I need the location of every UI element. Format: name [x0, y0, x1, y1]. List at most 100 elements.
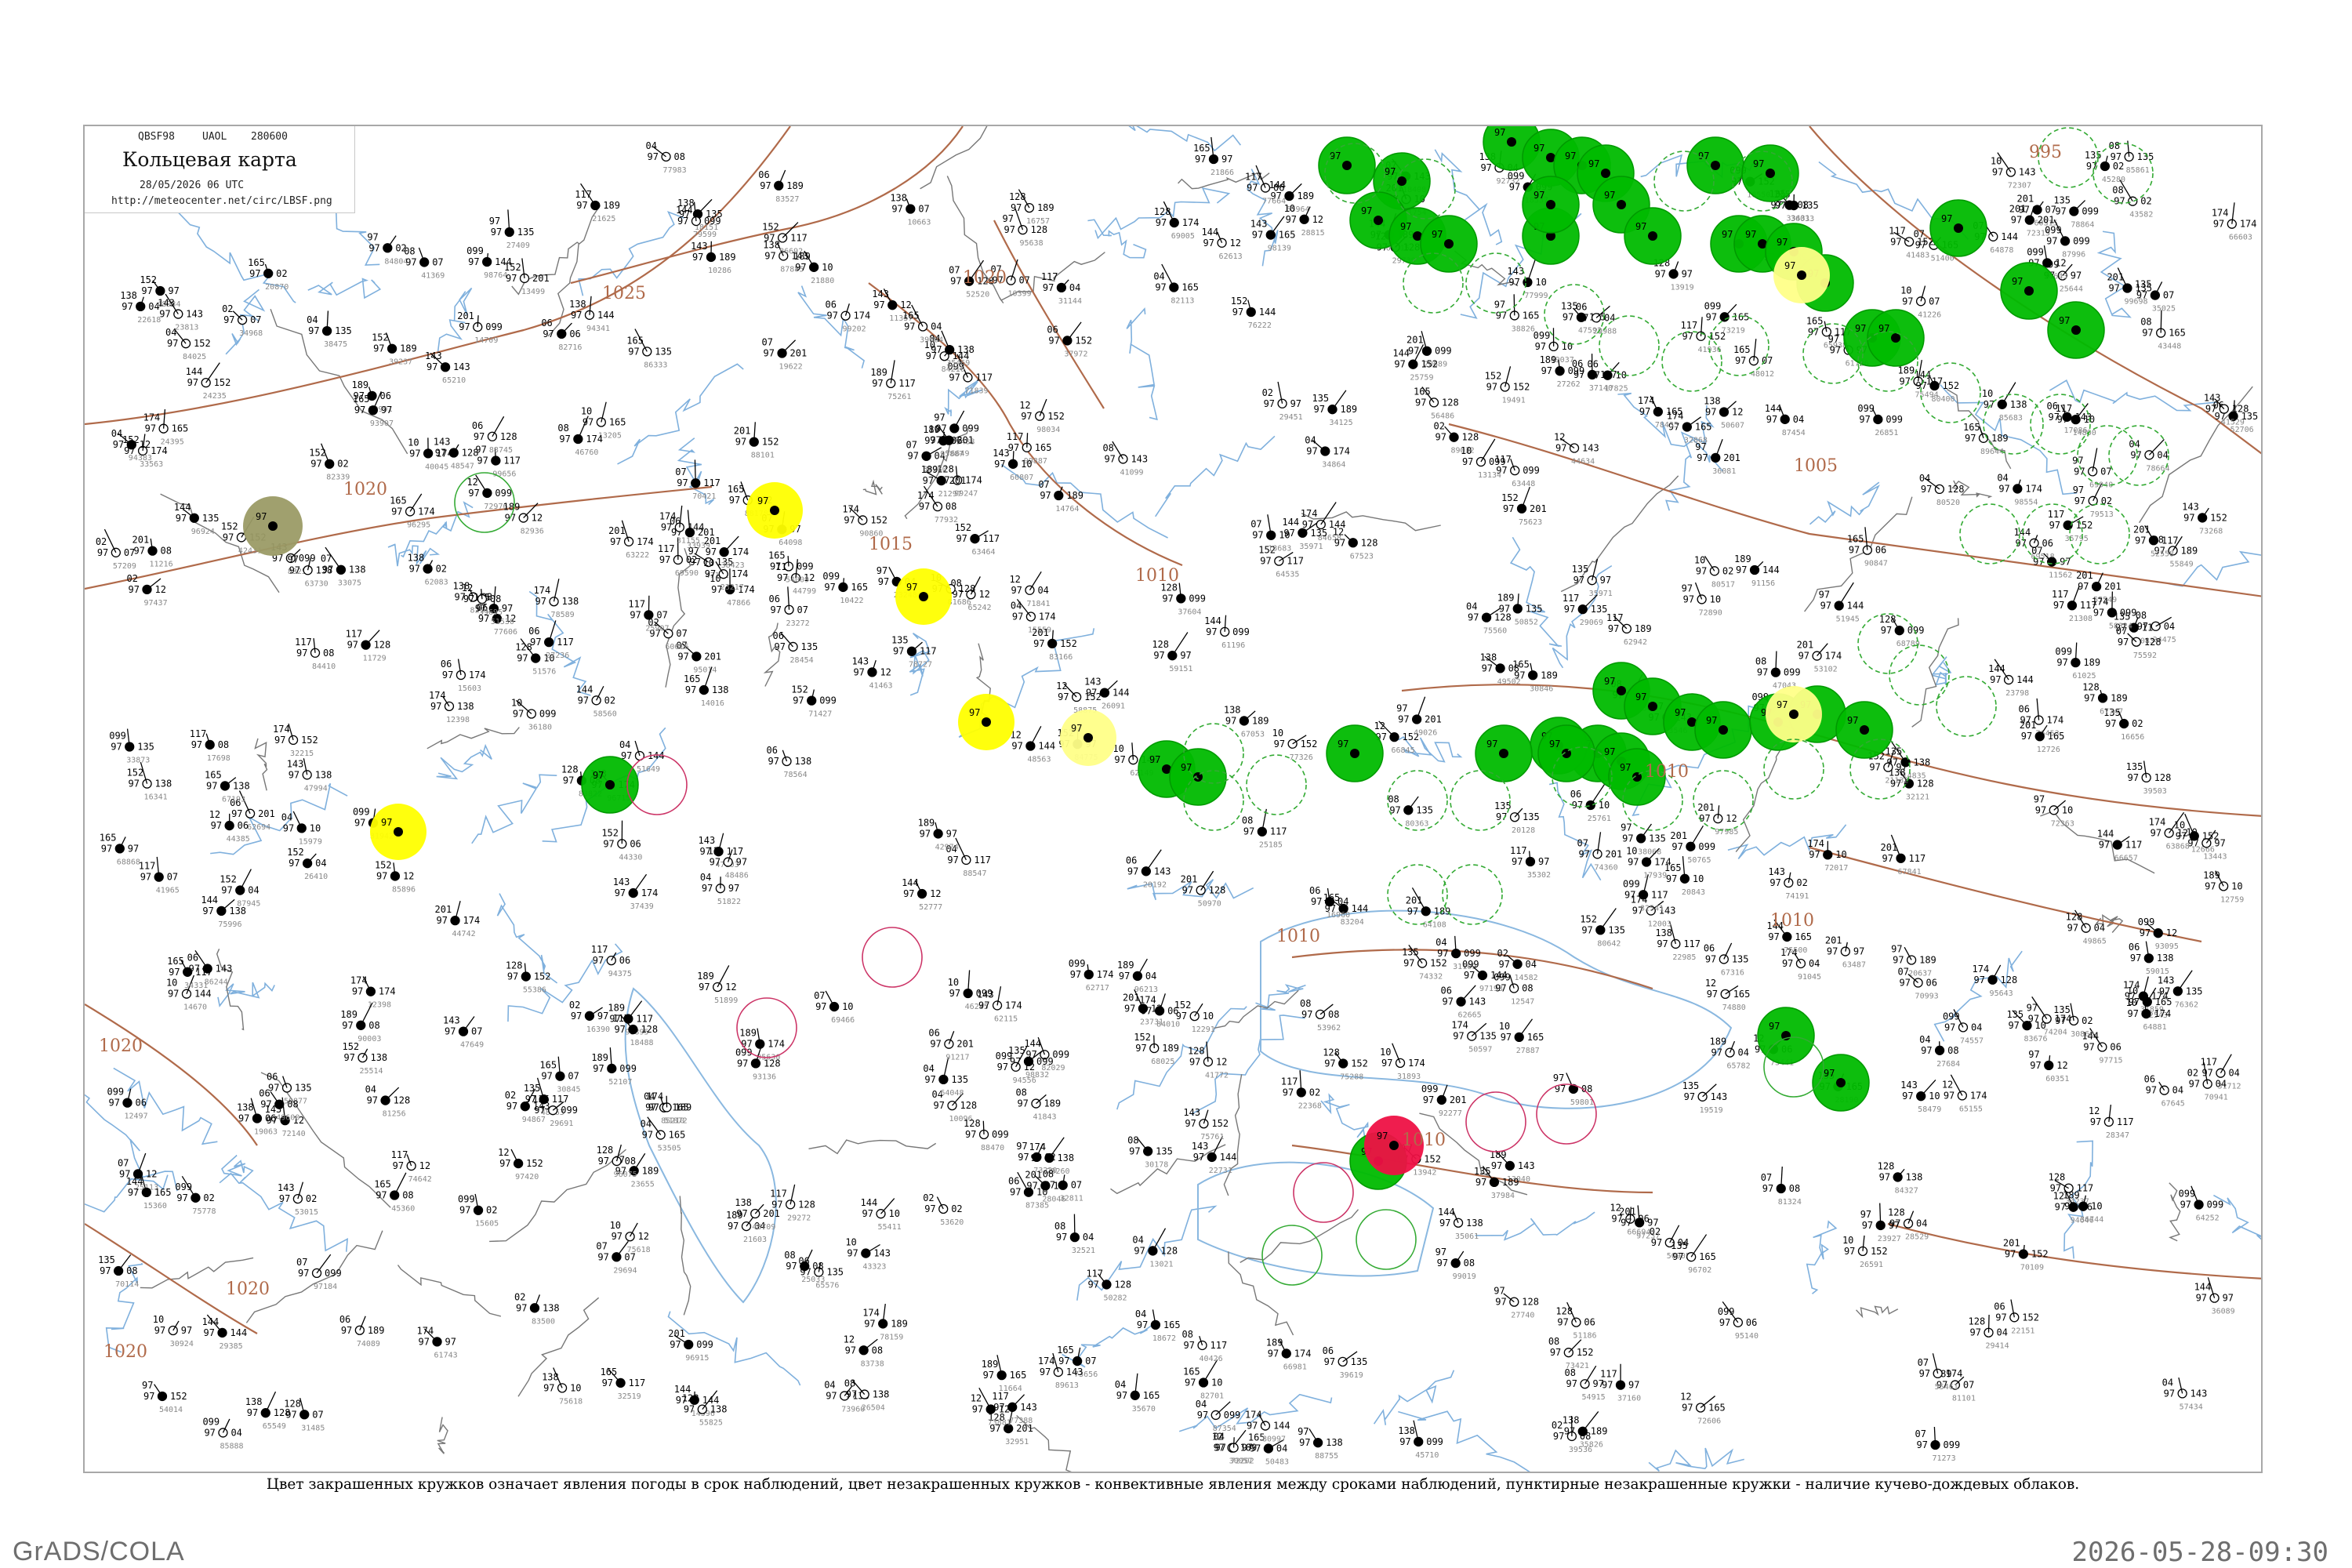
weather-circle: 97: [1169, 748, 1227, 806]
station-plot: 11797 0677664: [1245, 165, 1286, 206]
svg-text:04: 04: [2216, 1079, 2227, 1090]
station-plot: 20197 09914709: [457, 310, 503, 345]
svg-text:099: 099: [1698, 841, 1715, 852]
svg-text:93136: 93136: [753, 1073, 776, 1081]
svg-text:97: 97: [893, 646, 904, 657]
svg-text:83676: 83676: [2024, 1035, 2047, 1044]
svg-text:08: 08: [1054, 1221, 1065, 1232]
svg-text:04: 04: [1526, 959, 1537, 970]
svg-text:97: 97: [846, 1389, 857, 1400]
svg-text:97: 97: [1018, 1152, 1029, 1163]
svg-text:144: 144: [1765, 403, 1782, 414]
svg-text:128: 128: [682, 1393, 699, 1404]
svg-text:97: 97: [2071, 270, 2082, 281]
svg-text:97: 97: [1944, 1022, 1955, 1033]
svg-text:14582: 14582: [1515, 974, 1538, 982]
svg-text:04: 04: [2157, 449, 2168, 460]
svg-text:88101: 88101: [751, 452, 775, 460]
svg-text:97: 97: [1260, 556, 1271, 567]
svg-text:84804: 84804: [384, 257, 408, 266]
svg-text:97: 97: [614, 1024, 625, 1035]
svg-text:117: 117: [727, 846, 744, 857]
station-plot: 09997 09964252: [2179, 1185, 2223, 1223]
station-plot: 14497 11766657: [2097, 829, 2143, 863]
svg-text:35302: 35302: [1527, 871, 1551, 880]
svg-text:30924: 30924: [170, 1340, 194, 1348]
svg-text:97: 97: [1639, 406, 1650, 417]
svg-text:97: 97: [1482, 662, 1493, 673]
svg-text:97: 97: [298, 1268, 309, 1279]
svg-text:97: 97: [1974, 975, 1985, 985]
svg-text:07: 07: [1038, 479, 1049, 490]
svg-text:10: 10: [842, 1001, 853, 1012]
svg-text:174: 174: [417, 1325, 434, 1336]
svg-text:135: 135: [1479, 1031, 1497, 1042]
svg-text:152: 152: [504, 262, 521, 273]
svg-text:165: 165: [374, 1178, 391, 1189]
svg-text:49026: 49026: [1414, 728, 1437, 737]
svg-text:97: 97: [1486, 739, 1497, 750]
svg-text:97: 97: [1033, 638, 1044, 649]
svg-text:128: 128: [1160, 1245, 1178, 1256]
isobar-label: 1020: [103, 1342, 147, 1362]
svg-text:02: 02: [2132, 718, 2143, 729]
svg-text:97: 97: [1604, 190, 1615, 201]
svg-text:97: 97: [2005, 1249, 2016, 1260]
svg-text:97: 97: [502, 603, 513, 614]
svg-text:97: 97: [506, 1101, 517, 1112]
svg-text:117: 117: [575, 189, 592, 200]
svg-text:50282: 50282: [1103, 1294, 1127, 1302]
svg-text:02: 02: [337, 459, 348, 470]
svg-text:97: 97: [1902, 1091, 1913, 1102]
svg-text:10: 10: [310, 822, 321, 833]
station-plot: 11797 12850282: [1086, 1268, 1131, 1302]
svg-text:85896: 85896: [392, 885, 416, 894]
svg-text:06: 06: [1704, 942, 1715, 953]
svg-text:189: 189: [400, 343, 417, 354]
svg-text:06: 06: [758, 169, 769, 180]
svg-text:174: 174: [2149, 817, 2166, 828]
svg-text:201: 201: [1530, 503, 1547, 514]
svg-text:30846: 30846: [1530, 684, 1553, 693]
svg-text:08: 08: [1015, 1087, 1026, 1098]
svg-text:69466: 69466: [831, 1016, 855, 1025]
svg-text:97: 97: [2067, 923, 2078, 934]
svg-text:97: 97: [2016, 538, 2027, 549]
country-border: [1735, 739, 1788, 853]
svg-text:97: 97: [1124, 1003, 1135, 1014]
svg-text:48547: 48547: [451, 462, 474, 470]
svg-text:97: 97: [950, 276, 961, 287]
svg-text:97: 97: [168, 989, 179, 1000]
svg-text:07: 07: [296, 1257, 307, 1268]
svg-text:47866: 47866: [727, 599, 750, 608]
svg-text:97: 97: [1565, 151, 1576, 162]
svg-text:143: 143: [2204, 393, 2221, 404]
svg-text:97: 97: [1757, 667, 1768, 678]
map-frame: 138 97 143 87885 138 97 117 22985 97 97 201 36081 97…: [83, 125, 2263, 1473]
svg-text:97: 97: [906, 582, 917, 593]
svg-text:099: 099: [109, 731, 126, 742]
station-plot: 0697 0416960: [1309, 885, 1350, 920]
svg-text:174: 174: [151, 445, 168, 456]
svg-text:97: 97: [1338, 739, 1348, 750]
svg-text:10422: 10422: [840, 597, 863, 605]
svg-text:41226: 41226: [1918, 310, 1941, 319]
station-plot: 12897 09937604: [1160, 582, 1206, 616]
station-plot: 14397 15273268: [2182, 501, 2227, 535]
svg-text:98139: 98139: [1268, 245, 1291, 253]
station-plot: 15297 20113499: [504, 258, 550, 296]
isobar-label: 995: [2029, 143, 2062, 162]
svg-text:97: 97: [764, 250, 775, 261]
station-plot: 9797 15254014: [142, 1380, 187, 1414]
svg-text:95887: 95887: [940, 450, 964, 459]
svg-text:97: 97: [735, 437, 746, 448]
svg-text:97: 97: [247, 1407, 258, 1418]
svg-text:174: 174: [586, 434, 603, 445]
svg-text:97: 97: [1722, 229, 1733, 240]
svg-text:165: 165: [205, 769, 222, 780]
station-plot: 12897 15275288: [1323, 1047, 1368, 1081]
svg-text:97: 97: [1891, 943, 1902, 954]
svg-text:189: 189: [2203, 869, 2220, 880]
svg-text:152: 152: [762, 437, 779, 448]
svg-text:165: 165: [768, 550, 786, 561]
